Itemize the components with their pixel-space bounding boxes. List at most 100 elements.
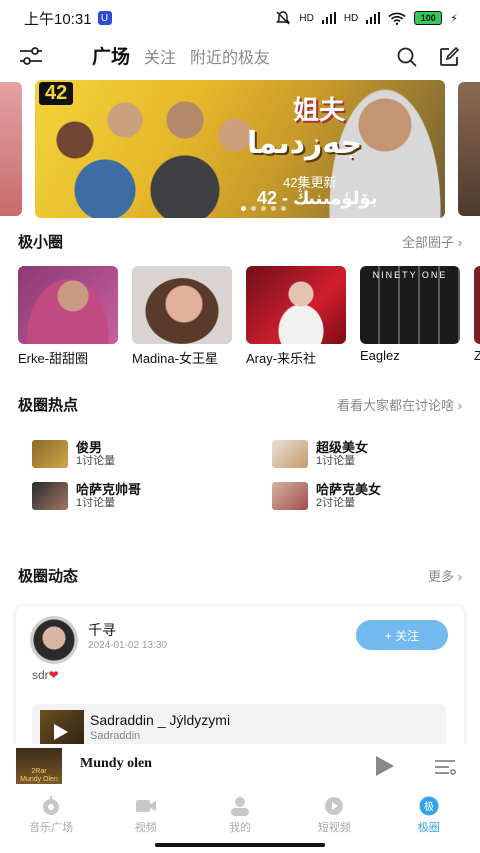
hot-topic-thumbnail [32,440,68,468]
hot-topic-thumbnail [32,482,68,510]
music-artist: Sadraddin [90,730,141,742]
post-timestamp: 2024-01-02 13:30 [88,640,167,651]
top-nav: 广场 关注 附近的极友 [0,38,480,74]
user-icon [230,796,249,816]
circle-card[interactable]: Madina-女王星 [132,266,232,367]
tab-label: 短视频 [317,821,351,834]
circle-thumbnail [18,266,118,344]
edit-icon[interactable] [438,46,460,68]
circle-name: Erke-甜甜圈 [18,351,89,366]
feed-header: 极圈动态 更多 › [18,565,462,586]
tab-music-plaza[interactable]: 音乐广场 [6,795,96,835]
hot-topic[interactable]: 哈萨克美女 2讨论量 [272,480,452,512]
circle-thumbnail-text: NINETY ONE [372,270,448,280]
mute-bell-icon [276,11,291,25]
tab-label: 视频 [134,821,157,834]
circle-name: Zi [474,348,480,363]
hot-topic-count: 1讨论量 [316,455,356,467]
status-time: 上午10:31 [24,10,92,28]
circles-title: 极小圈 [18,234,64,251]
circle-thumbnail: NINETY ONE [360,266,460,344]
hot-topic-title: 俊男 [76,440,103,455]
banner-next-peek[interactable] [458,82,480,216]
hot-topic-count: 1讨论量 [76,455,116,467]
hot-topic-count: 2讨论量 [316,497,356,509]
circle-card[interactable]: Zi [474,266,480,367]
circles-list: Erke-甜甜圈 Madina-女王星 Aray-来乐社 NINETY ONE … [18,266,480,367]
signal-icon-2 [366,12,381,24]
follow-button[interactable]: + 关注 [356,620,448,650]
wifi-icon [388,12,406,25]
post-card[interactable]: 千寻 2024-01-02 13:30 + 关注 sdr❤ Sadraddin … [16,606,464,756]
hot-topic-count: 1讨论量 [76,497,116,509]
circle-card[interactable]: NINETY ONE Eaglez [360,266,460,367]
avatar[interactable] [30,616,78,664]
heart-icon: ❤ [48,668,59,682]
tab-video[interactable]: 视频 [101,796,191,835]
carousel-dot[interactable] [241,206,246,211]
tab-follow[interactable]: 关注 [144,44,176,68]
status-bar: 上午10:31 U HD HD 100 ⚡ [0,0,480,36]
signal-2-label: HD [343,12,359,24]
circle-name: Aray-来乐社 [246,351,317,366]
music-plaza-icon [43,795,60,815]
banner-badge: 42 [39,82,74,105]
battery-icon: 100 [414,11,443,25]
hot-topic[interactable]: 俊男 1讨论量 [32,438,272,470]
tab-nearby[interactable]: 附近的极友 [190,44,270,68]
banner-prev-peek[interactable] [0,82,22,216]
banner-slide[interactable]: 42 姐夫 جەزدىما 42集更新 42 - بۆلۈمىنىڭ [35,80,445,218]
feed-title: 极圈动态 [18,568,79,585]
circle-thumbnail [246,266,346,344]
banner-carousel[interactable]: 42 姐夫 جەزدىما 42集更新 42 - بۆلۈمىنىڭ [0,80,480,218]
circle-thumbnail [132,266,232,344]
play-icon[interactable] [54,724,68,740]
tab-jiquan[interactable]: 极 极圈 [384,796,474,835]
hot-more-link[interactable]: 看看大家都在讨论啥 › [337,395,462,414]
post-username[interactable]: 千寻 [88,620,116,640]
tab-label: 我的 [228,821,251,834]
tab-plaza[interactable]: 广场 [92,42,130,69]
hot-topic-title: 哈萨克美女 [316,482,382,497]
search-icon[interactable] [396,46,418,68]
player-song-title[interactable]: Mundy olen [80,756,152,772]
hot-header: 极圈热点 看看大家都在讨论啥 › [18,394,462,415]
short-video-icon [325,796,344,815]
carousel-dot[interactable] [271,206,276,211]
hot-topic-title: 超级美女 [316,440,369,455]
playlist-icon[interactable] [434,758,456,776]
circle-card[interactable]: Erke-甜甜圈 [18,266,118,367]
mini-player[interactable]: 2Rar Mundy Olen Mundy olen [0,744,480,788]
circle-name: Eaglez [360,348,400,363]
hot-topic[interactable]: 哈萨克帅哥 1讨论量 [32,480,272,512]
circle-name: Madina-女王星 [132,351,218,366]
play-icon[interactable] [376,756,394,776]
charging-icon: ⚡ [450,12,458,25]
banner-title-cn: 姐夫 [293,95,346,125]
tab-mine[interactable]: 我的 [195,796,285,835]
carousel-dot[interactable] [281,206,286,211]
hot-topic[interactable]: 超级美女 1讨论量 [272,438,452,470]
video-camera-icon [135,799,156,812]
feed-more-link[interactable]: 更多 › [428,566,462,585]
bottom-tab-bar: 音乐广场 视频 我的 短视频 极 极圈 [0,790,480,840]
tab-label: 极圈 [417,821,440,834]
tab-short-video[interactable]: 短视频 [289,796,379,835]
top-tabs: 广场 关注 附近的极友 [92,42,270,69]
hot-topic-thumbnail [272,482,308,510]
menu-settings-icon[interactable] [18,44,44,68]
signal-1-label: HD [299,12,314,24]
all-circles-link[interactable]: 全部圈子 › [402,232,462,251]
circles-header: 极小圈 全部圈子 › [18,231,462,252]
circle-card[interactable]: Aray-来乐社 [246,266,346,367]
carousel-dot[interactable] [251,206,256,211]
hot-title: 极圈热点 [18,397,79,414]
circle-thumbnail [474,266,480,344]
banner-title-ug: جەزدىما [247,127,363,160]
hot-topic-thumbnail [272,440,308,468]
signal-icon [321,12,336,24]
carousel-dot[interactable] [261,206,266,211]
home-indicator[interactable] [155,843,325,847]
jiquan-icon: 极 [419,796,439,815]
player-cover[interactable]: 2Rar Mundy Olen [16,748,62,784]
